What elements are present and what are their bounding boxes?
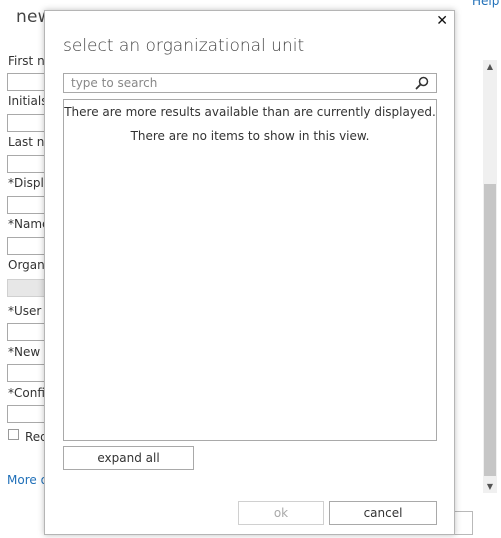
require-password-change-checkbox[interactable] [8,429,19,440]
scrollbar-thumb[interactable] [484,184,496,476]
page-scrollbar[interactable]: ▲ ▼ [483,60,497,493]
name-field[interactable] [7,237,47,255]
no-items-message: There are no items to show in this view. [130,129,370,143]
ok-button[interactable]: ok [238,501,324,525]
confirm-password-field[interactable] [7,405,47,423]
select-ou-dialog: ✕ select an organizational unit There ar… [44,10,455,535]
ou-list[interactable]: There are more results available than ar… [63,99,437,441]
organizational-unit-label: Organi [8,258,49,272]
display-name-field[interactable] [7,196,47,214]
help-link[interactable]: Help [472,0,499,8]
cancel-button[interactable]: cancel [329,501,437,525]
search-box [63,73,437,93]
user-logon-field[interactable] [7,323,47,341]
organizational-unit-field [7,279,47,297]
first-name-field[interactable] [7,73,47,91]
background-button-edge [455,511,473,535]
expand-all-button[interactable]: expand all [63,446,194,470]
last-name-field[interactable] [7,155,47,173]
new-password-field[interactable] [7,364,47,382]
more-results-message: There are more results available than ar… [64,105,436,119]
more-options-link[interactable]: More o [7,473,48,487]
dialog-title: select an organizational unit [63,36,305,56]
scroll-up-icon[interactable]: ▲ [483,62,497,71]
close-icon[interactable]: ✕ [436,13,448,29]
search-icon[interactable] [415,76,429,90]
scroll-down-icon[interactable]: ▼ [483,482,497,491]
initials-field[interactable] [7,114,47,132]
search-input[interactable] [64,74,411,92]
